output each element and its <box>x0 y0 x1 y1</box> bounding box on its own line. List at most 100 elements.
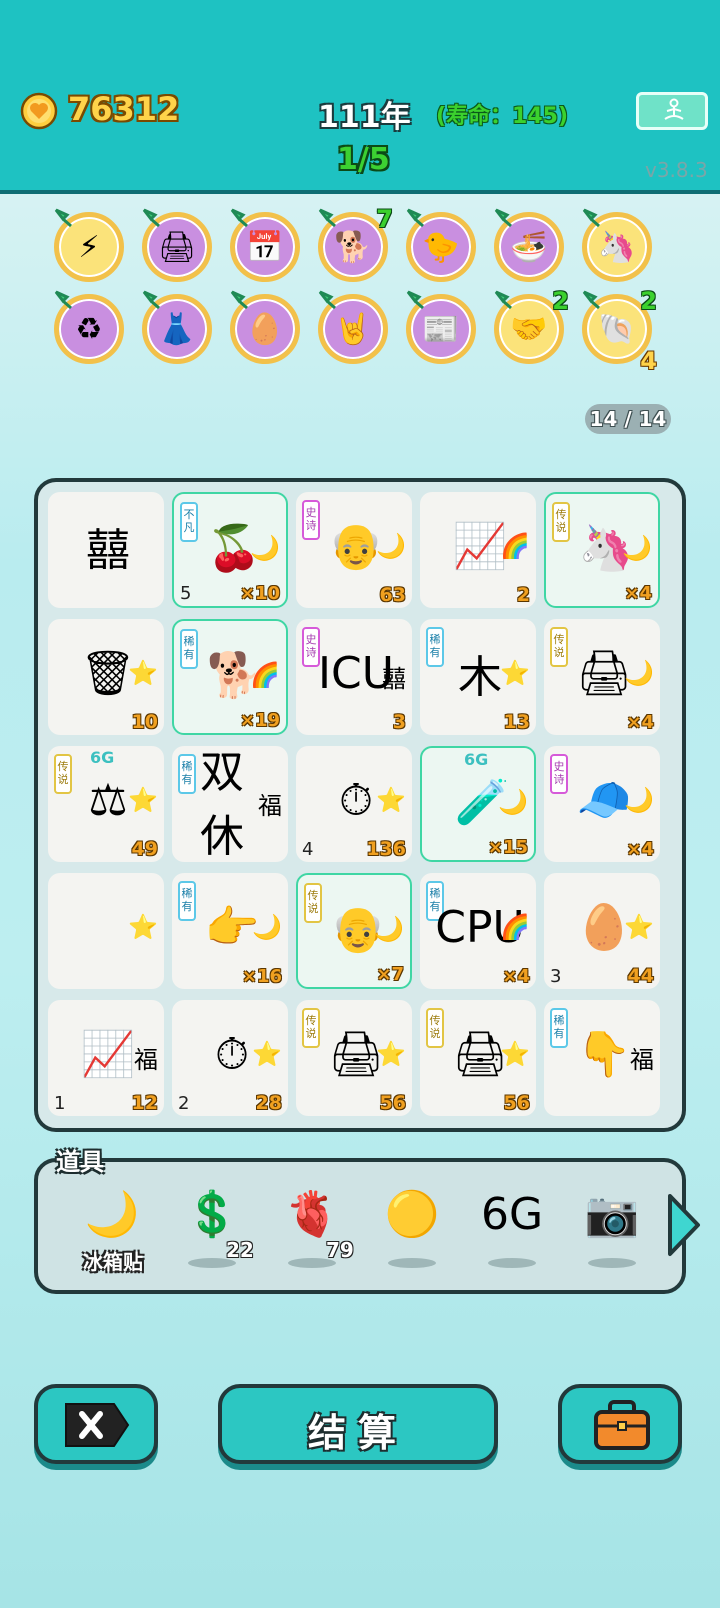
rarity-tag: 传说 <box>426 1008 444 1048</box>
grid-cell[interactable]: ⭐ <box>48 873 164 989</box>
item-liver[interactable]: 🫀 79 <box>272 1182 354 1282</box>
badge-recycle[interactable]: ♻ <box>54 290 124 364</box>
rarity-tag: 传说 <box>54 754 72 794</box>
grid-cell[interactable]: 不凡 🍒 🌙 5 ×10 <box>172 492 288 608</box>
liver-icon: 🫀 <box>284 1189 340 1240</box>
grid-cell[interactable]: 传说 👴 🌙 ×7 <box>296 873 412 989</box>
camera-icon: 📷 <box>584 1189 640 1240</box>
round-counter: 1/5 <box>337 142 390 177</box>
settle-button[interactable]: 结算 <box>218 1384 498 1464</box>
item-moon-sticker[interactable]: 🌙 冰箱贴 <box>72 1182 152 1282</box>
badge-bowls[interactable]: 🍜 <box>494 208 564 282</box>
cell-decoration: 福 <box>630 1046 654 1074</box>
badge-unicorn[interactable]: 🦄 <box>582 208 652 282</box>
item-camera[interactable]: 📷 <box>572 1182 652 1282</box>
settle-label: 结算 <box>307 1411 408 1455</box>
lifespan-display: (寿命：145) <box>436 104 569 129</box>
rarity-tag: 传说 <box>552 502 570 542</box>
cell-decoration: ⭐ <box>500 1040 530 1068</box>
grid-cell[interactable]: 6G 🧪 🌙 ×15 <box>420 746 536 862</box>
grid-cell[interactable]: ⏱ ⭐ 2 28 <box>172 1000 288 1116</box>
cell-multiplier: ×4 <box>502 966 530 987</box>
calendar-icon: 📅 <box>246 229 284 265</box>
grid-cell[interactable]: 🗑 ⭐ 10 <box>48 619 164 735</box>
badge-rock-hand[interactable]: 🤘 <box>318 290 388 364</box>
handshake-icon: 🤝 <box>510 311 548 347</box>
cell-value: 3 <box>392 711 406 733</box>
cell-multiplier: ×19 <box>239 710 280 731</box>
cell-multiplier: ×15 <box>487 837 528 858</box>
badge-count-bottom: 4 <box>640 347 657 375</box>
item-shadow <box>488 1258 536 1268</box>
rarity-tag: 稀有 <box>178 754 196 794</box>
badge-handshake[interactable]: 🤝 2 <box>494 287 569 364</box>
cell-value: 12 <box>131 1092 158 1114</box>
grid-cell[interactable]: 稀有木 ⭐ 13 <box>420 619 536 735</box>
double-rest-icon: 双休 <box>200 747 244 862</box>
meditate-button[interactable] <box>636 92 708 130</box>
item-grid: 囍不凡 🍒 🌙 5 ×10 史诗 👴 🌙 63 📈 🌈 2 传说 🦄 🌙 ×4 🗑 ⭐ 10 稀有 🐕 🌈 ×19 史诗 ICU… <box>34 478 686 1132</box>
bag-button[interactable] <box>558 1384 682 1464</box>
rarity-tag: 传说 <box>302 1008 320 1048</box>
grid-cell[interactable]: 史诗 🧢 🌙 ×4 <box>544 746 660 862</box>
egg-icon: 🥚 <box>246 311 284 347</box>
grid-cell[interactable]: 传说 🖨 🌙 ×4 <box>544 619 660 735</box>
cell-decoration: ⭐ <box>128 786 158 814</box>
items-title: 道具 <box>56 1148 104 1176</box>
badge-chicken[interactable]: 🐤 <box>406 208 476 282</box>
icu-icon: ICU <box>318 647 394 699</box>
cell-value: 2 <box>516 584 530 606</box>
cell-decoration: 🌈 <box>500 913 530 941</box>
grid-cell[interactable]: 传说 🖨 ⭐ 56 <box>296 1000 412 1116</box>
recycle-icon: ♻ <box>75 311 103 347</box>
grid-cell[interactable]: 传说 🦄 🌙 ×4 <box>544 492 660 608</box>
cell-decoration: 🌙 <box>622 534 652 562</box>
badge-skirt[interactable]: 👗 <box>142 290 212 364</box>
grid-cell[interactable]: 📈 🌈 2 <box>420 492 536 608</box>
grid-cell[interactable]: 传说 🖨 ⭐ 56 <box>420 1000 536 1116</box>
grid-cell[interactable]: 囍 <box>48 492 164 608</box>
version-label: v3.8.3 <box>645 158 708 182</box>
grid-cell[interactable]: 📈 福 1 12 <box>48 1000 164 1116</box>
badge-printer[interactable]: 🖨 <box>142 208 212 282</box>
chicken-icon: 🐤 <box>422 229 460 265</box>
cell-value: 56 <box>503 1092 530 1114</box>
badge-lightning[interactable]: ⚡ <box>54 208 124 282</box>
badge-shell[interactable]: 🐚 2 4 <box>582 287 657 375</box>
discard-button[interactable] <box>34 1384 158 1464</box>
items-bar: 🌙 冰箱贴 💲 22 🫀 79 🟡 6G 📷 <box>34 1158 686 1294</box>
grid-cell[interactable]: 稀有 👇 福 <box>544 1000 660 1116</box>
skirt-icon: 👗 <box>158 311 196 347</box>
item-dollar-coin[interactable]: 💲 22 <box>172 1182 254 1282</box>
grid-cell[interactable]: 稀有 👉 🌙 ×16 <box>172 873 288 989</box>
cell-decoration: 🌈 <box>500 532 530 560</box>
badge-time-magazine[interactable]: 📰 <box>406 290 476 364</box>
item-golden-ball[interactable]: 🟡 <box>372 1182 452 1282</box>
badge-egg[interactable]: 🥚 <box>230 290 300 364</box>
rarity-tag: 稀有 <box>180 629 198 669</box>
year-display: 111年 <box>318 100 411 135</box>
board-counter: 14 / 14 <box>585 404 671 434</box>
cell-decoration: 福 <box>258 792 282 820</box>
grid-cell[interactable]: 史诗 ICU 囍 3 <box>296 619 412 735</box>
grid-cell[interactable]: ⏱ ⭐ 4 136 <box>296 746 412 862</box>
badge-calendar[interactable]: 📅 <box>230 208 300 282</box>
cell-multiplier: ×4 <box>626 712 654 733</box>
grid-cell[interactable]: 稀有 双休福 <box>172 746 288 862</box>
cell-multiplier: ×4 <box>626 839 654 860</box>
grid-cell[interactable]: 史诗 👴 🌙 63 <box>296 492 412 608</box>
6g-label: 6G <box>464 750 489 769</box>
printer-icon: 🖨 <box>157 229 197 265</box>
badge-husky-dog[interactable]: 🐕 7 <box>318 205 393 282</box>
cell-decoration: 🌙 <box>624 659 654 687</box>
cell-level: 3 <box>550 966 562 987</box>
item-6g[interactable]: 6G <box>472 1182 552 1282</box>
cell-decoration: 🌙 <box>624 786 654 814</box>
grid-cell[interactable]: 稀有 🐕 🌈 ×19 <box>172 619 288 735</box>
cell-decoration: ⭐ <box>252 1040 282 1068</box>
grid-cell[interactable]: 🥚 ⭐ 3 44 <box>544 873 660 989</box>
grid-cell[interactable]: 传说 6G ⚖ ⭐ 49 <box>48 746 164 862</box>
rarity-tag: 传说 <box>304 883 322 923</box>
scroll-right-arrow-icon[interactable] <box>664 1190 704 1260</box>
grid-cell[interactable]: 稀有 CPU 🌈 ×4 <box>420 873 536 989</box>
